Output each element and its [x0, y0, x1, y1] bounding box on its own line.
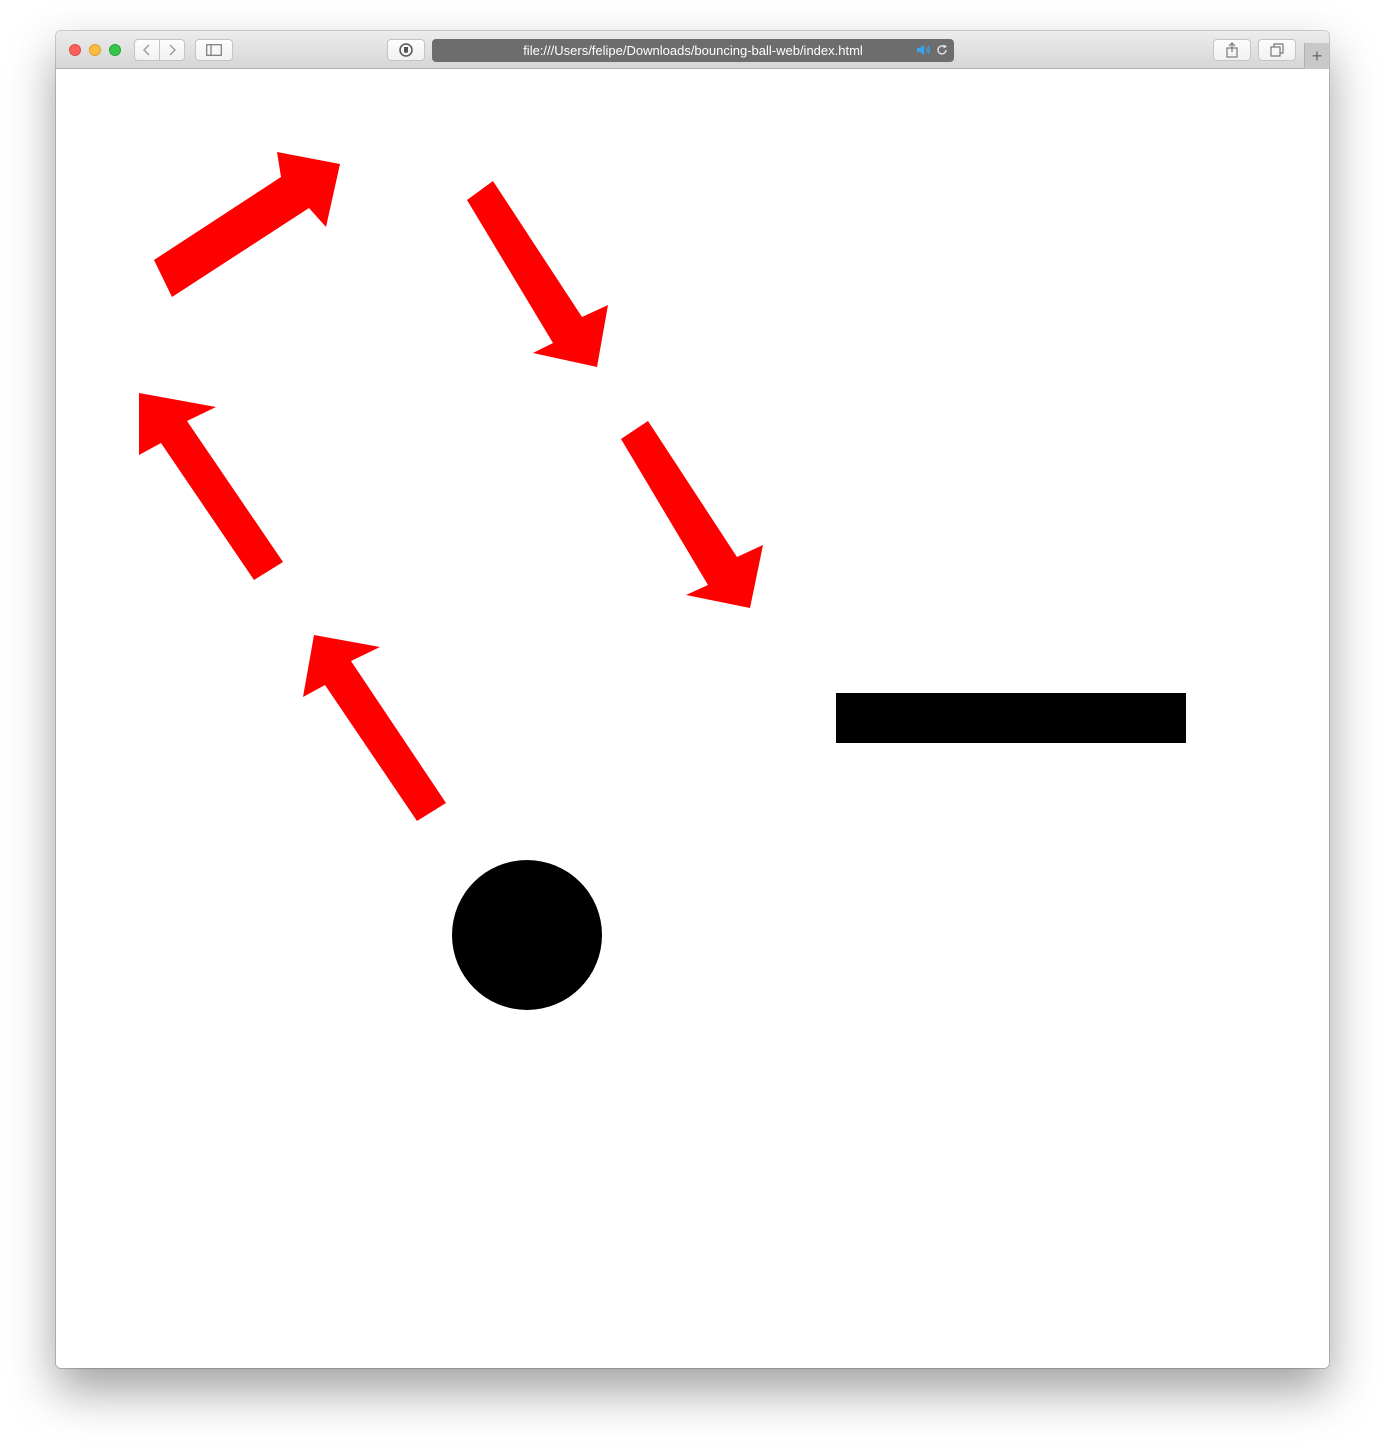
- back-button[interactable]: [134, 39, 160, 61]
- privacy-report-button[interactable]: [387, 39, 425, 61]
- forward-button[interactable]: [159, 39, 185, 61]
- browser-toolbar: file:///Users/felipe/Downloads/bouncing-…: [56, 31, 1329, 69]
- url-text: file:///Users/felipe/Downloads/bouncing-…: [523, 43, 863, 58]
- share-button[interactable]: [1213, 39, 1251, 61]
- direction-arrow: [154, 152, 340, 297]
- paddle: [836, 693, 1186, 743]
- reload-icon[interactable]: [935, 43, 949, 57]
- speaker-icon[interactable]: [916, 43, 932, 57]
- game-canvas[interactable]: [56, 69, 1329, 1368]
- sidebar-icon: [206, 44, 222, 56]
- chevron-right-icon: [169, 44, 176, 56]
- show-tabs-button[interactable]: [1258, 39, 1296, 61]
- browser-window: file:///Users/felipe/Downloads/bouncing-…: [56, 31, 1329, 1368]
- minimize-window-button[interactable]: [89, 44, 101, 56]
- chevron-left-icon: [143, 44, 150, 56]
- ball: [452, 860, 602, 1010]
- address-bar[interactable]: file:///Users/felipe/Downloads/bouncing-…: [432, 39, 954, 62]
- sidebar-toggle-button[interactable]: [195, 39, 233, 61]
- direction-arrow: [621, 421, 763, 608]
- share-icon: [1226, 42, 1238, 58]
- close-window-button[interactable]: [69, 44, 81, 56]
- plus-icon: +: [1311, 45, 1323, 66]
- shield-icon: [399, 43, 413, 57]
- direction-arrow: [139, 393, 283, 580]
- maximize-window-button[interactable]: [109, 44, 121, 56]
- direction-arrow: [467, 181, 608, 367]
- page-content: [56, 69, 1329, 1368]
- direction-arrow: [303, 635, 446, 821]
- tabs-icon: [1270, 43, 1284, 57]
- new-tab-button[interactable]: +: [1304, 43, 1329, 69]
